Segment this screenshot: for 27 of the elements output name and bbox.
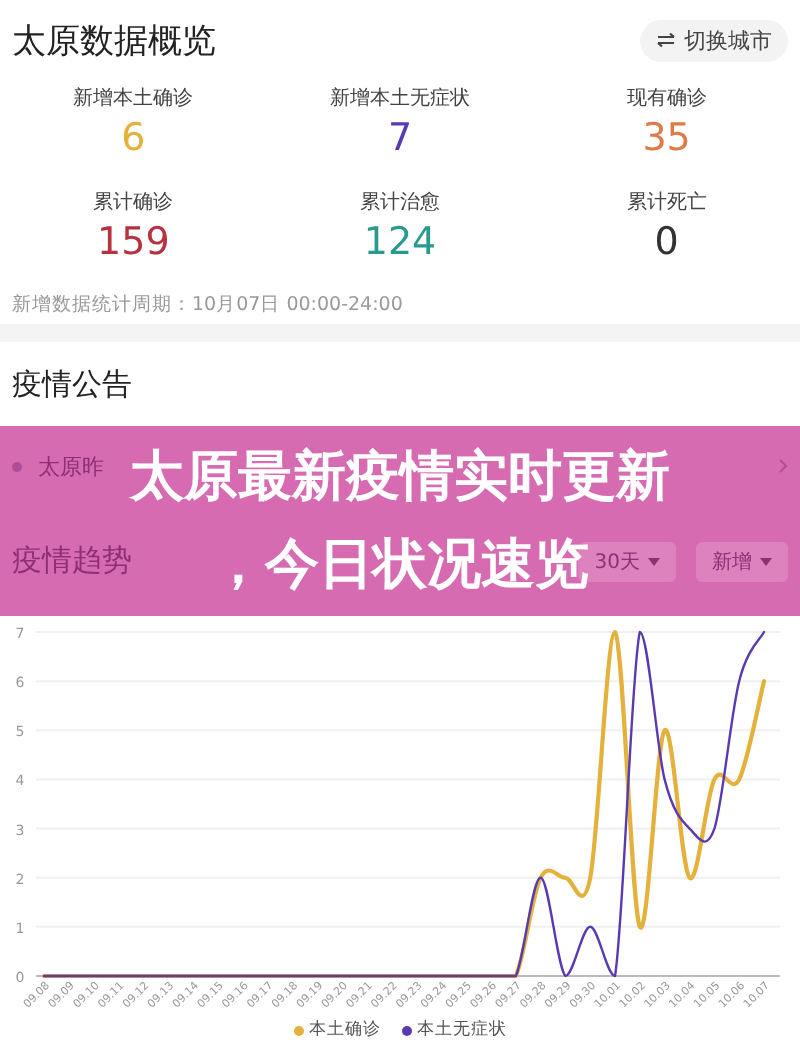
section-title: 疫情公告 bbox=[10, 363, 134, 405]
filter-dropdown[interactable]: 新增 bbox=[696, 541, 788, 581]
legend-label: 本土确诊 bbox=[309, 1018, 381, 1042]
stat-value: 0 bbox=[654, 220, 679, 264]
bullet-icon bbox=[12, 461, 22, 471]
legend-label: 本土无症状 bbox=[417, 1018, 507, 1042]
notice-item[interactable]: 太原昨 bbox=[38, 451, 104, 481]
chevron-icon bbox=[778, 458, 788, 474]
stat-value: 159 bbox=[97, 220, 170, 264]
headline-text: 太原最新疫情实时更新 bbox=[130, 443, 670, 511]
section-title: 太原数据概览 bbox=[12, 19, 216, 63]
stat-label: 累计死亡 bbox=[626, 189, 707, 216]
period-note: 新增数据统计周期：10月07日 00:00-24:00 bbox=[10, 291, 405, 319]
caret-icon bbox=[648, 557, 660, 565]
stat-value: 124 bbox=[363, 220, 437, 264]
swap-icon bbox=[656, 32, 676, 48]
stat-label: 新增本土无症状 bbox=[329, 85, 470, 112]
stat-value: 6 bbox=[121, 116, 146, 160]
stat-label: 累计治愈 bbox=[359, 189, 440, 216]
stat-value: 7 bbox=[387, 116, 413, 160]
switch-city-button[interactable]: 切换城市 bbox=[640, 19, 788, 61]
stat-value: 35 bbox=[642, 116, 691, 160]
stat-label: 新增本土确诊 bbox=[73, 85, 194, 112]
section-title: 疫情趋势 bbox=[12, 542, 132, 580]
caret-icon bbox=[760, 557, 772, 565]
stat-label: 现有确诊 bbox=[626, 86, 707, 112]
stat-label: 累计确诊 bbox=[93, 189, 174, 216]
